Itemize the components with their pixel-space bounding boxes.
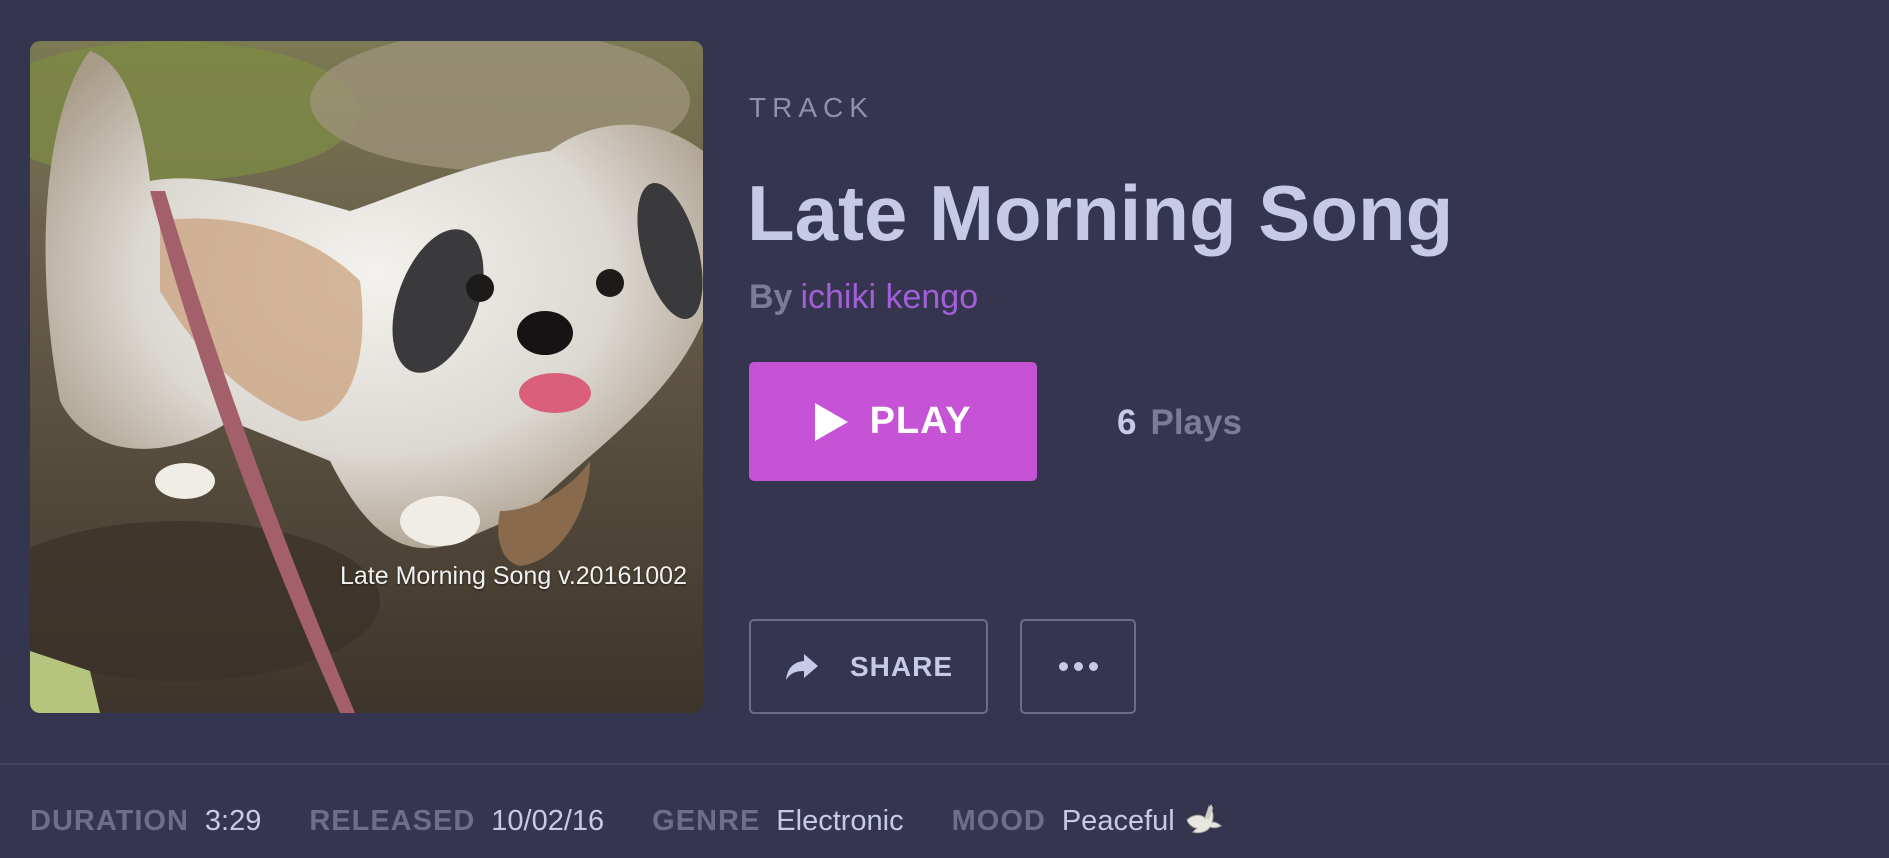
mood-value[interactable]: Peaceful <box>1062 805 1175 838</box>
cover-caption: Late Morning Song v.20161002 <box>339 562 687 590</box>
mood-label: MOOD <box>951 805 1046 837</box>
dove-icon <box>1175 803 1223 838</box>
track-metadata: DURATION 3:29 RELEASED 10/02/16 GENRE El… <box>30 803 1223 838</box>
genre-value[interactable]: Electronic <box>776 805 903 838</box>
section-divider <box>0 763 1889 765</box>
play-count: 6 Plays <box>1117 403 1242 443</box>
more-icon <box>1058 662 1098 671</box>
byline: By ichiki kengo <box>749 278 978 317</box>
byline-prefix: By <box>749 278 793 316</box>
duration-label: DURATION <box>30 805 189 837</box>
duration-value: 3:29 <box>204 805 262 837</box>
genre-label: GENRE <box>652 805 761 837</box>
artist-link[interactable]: ichiki kengo <box>800 278 978 316</box>
cover-art: Late Morning Song v.20161002 <box>30 41 703 713</box>
play-button[interactable]: PLAY <box>749 362 1037 481</box>
play-count-value: 6 <box>1117 403 1137 442</box>
more-options-button[interactable] <box>1020 619 1136 714</box>
play-count-label: Plays <box>1150 403 1242 442</box>
share-icon <box>784 652 820 682</box>
track-title: Late Morning Song <box>747 169 1454 257</box>
play-icon <box>814 402 848 441</box>
play-button-label: PLAY <box>869 400 972 442</box>
track-type-label: TRACK <box>749 92 874 123</box>
share-button[interactable]: SHARE <box>749 619 988 714</box>
released-label: RELEASED <box>309 805 476 837</box>
share-button-label: SHARE <box>849 650 953 682</box>
cover-photo <box>30 41 703 713</box>
released-value: 10/02/16 <box>491 805 605 837</box>
